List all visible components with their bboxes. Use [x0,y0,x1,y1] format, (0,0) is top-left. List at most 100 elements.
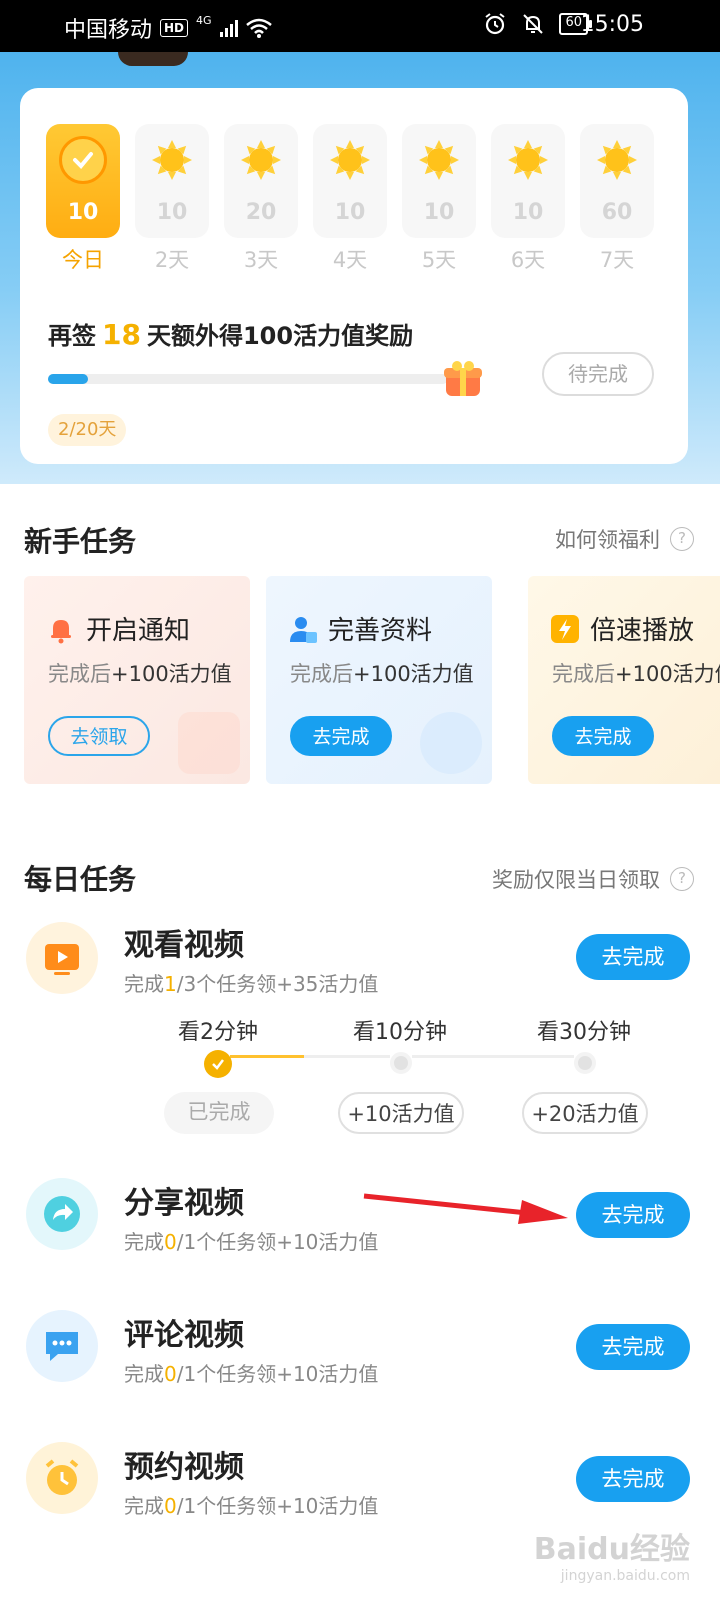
checkin-progress-fill [48,374,88,384]
stage-reward-pill[interactable]: +10活力值 [338,1092,464,1134]
newbie-card-title: 开启通知 [86,616,191,646]
newbie-card-reward: +100活力值 [353,662,474,686]
task-done-count: 1 [164,972,177,996]
checkin-day[interactable]: 20 [224,124,298,238]
complete-button[interactable]: 去完成 [290,716,392,756]
checkin-card: 10 今日 10 2天 20 3天 10 4天 10 5天 10 6天 60 7天 再签 18 天额外得100… [20,88,688,464]
checked-icon [59,136,107,184]
stage-reward-pill[interactable]: +20活力值 [522,1092,648,1134]
checkin-day-today[interactable]: 10 [46,124,120,238]
task-title: 预约视频 [124,1450,244,1485]
alarm-clock-icon [26,1442,98,1514]
lightning-icon [551,615,579,643]
newbie-card-desc-prefix: 完成后 [48,662,111,686]
newbie-card-desc: 完成后+100活力值 [290,658,474,688]
carrier-name: 中国移动 [64,18,153,43]
checkin-day[interactable]: 10 [491,124,565,238]
mute-bell-icon [523,14,544,34]
pending-reward-button[interactable]: 待完成 [542,352,654,396]
checkin-day-label: 4天 [332,248,368,272]
watermark-url: jingyan.baidu.com [560,1568,690,1584]
checkin-day-value: 20 [245,200,277,225]
stage-node [390,1052,412,1074]
status-left: 中国移动 HD 4G [64,12,272,44]
task-desc: 完成0/1个任务领+10活力值 [124,1490,378,1519]
checkin-day[interactable]: 60 [580,124,654,238]
streak-text: 再签 18 天额外得100活力值奖励 [48,316,413,351]
task-desc-text: 完成 [124,1494,164,1518]
watermark-brand: Baidu经验 [533,1532,690,1567]
newbie-card-desc-prefix: 完成后 [290,662,353,686]
streak-prefix: 再签 [48,322,96,350]
network-type: 4G [196,13,212,27]
task-desc: 完成1/3个任务领+35活力值 [124,968,378,997]
comment-icon [26,1310,98,1382]
checkin-day[interactable]: 10 [402,124,476,238]
checkin-day-value: 10 [423,200,455,225]
daily-tasks-title: 每日任务 [24,863,137,896]
sun-icon [506,138,550,182]
task-done-count: 0 [164,1494,177,1518]
task-title: 分享视频 [124,1186,244,1221]
newbie-card-profile[interactable]: 完善资料 完成后+100活力值 去完成 [266,576,492,784]
stage-progress-line [230,1055,304,1058]
checkin-day[interactable]: 10 [135,124,209,238]
video-play-icon [26,922,98,994]
newbie-card-reward: +100活力值 [615,662,720,686]
complete-button[interactable]: 去完成 [576,934,690,980]
stage-check-icon [204,1050,232,1078]
profile-icon [290,617,317,643]
newbie-card-notification[interactable]: 开启通知 完成后+100活力值 去领取 [24,576,250,784]
newbie-card-desc-prefix: 完成后 [552,662,615,686]
bell-icon [51,620,71,644]
complete-button[interactable]: 去完成 [576,1192,690,1238]
gift-icon[interactable] [442,358,484,398]
stage-completed-pill: 已完成 [164,1092,274,1134]
stage-label: 看2分钟 [178,1020,258,1045]
checkin-day-label: 2天 [154,248,190,272]
checkin-progress-bar [48,374,448,384]
share-icon [26,1178,98,1250]
stage-label: 看10分钟 [353,1020,447,1045]
newbie-card-speed-play[interactable]: 倍速播放 完成后+100活力值 去完成 [528,576,720,784]
reward-limit-label: 奖励仅限当日领取 [492,868,660,892]
task-desc-text: 完成 [124,1362,164,1386]
task-desc-text: 完成 [124,972,164,996]
reward-limit-note[interactable]: 奖励仅限当日领取 ? [492,864,694,894]
newbie-tasks-title: 新手任务 [24,525,137,558]
signal-icon [219,19,238,37]
status-bar: 中国移动 HD 4G 60 15:05 [0,0,720,52]
alarm-icon [485,13,506,35]
stage-node [574,1052,596,1074]
complete-button[interactable]: 去完成 [576,1324,690,1370]
newbie-card-title: 倍速播放 [590,616,695,646]
checkin-day-value: 10 [67,200,99,225]
streak-days: 18 [102,318,141,351]
how-to-get-benefits-link[interactable]: 如何领福利 ? [555,524,694,554]
checkin-day-label: 今日 [62,248,104,272]
complete-button[interactable]: 去完成 [576,1456,690,1502]
baidu-jingyan-watermark: Baidu经验 jingyan.baidu.com [534,1524,690,1584]
red-arrow-annotation [363,1193,568,1224]
checkin-day-value: 10 [512,200,544,225]
checkin-day-label: 5天 [421,248,457,272]
task-desc-text: 完成 [124,1230,164,1254]
task-done-count: 0 [164,1230,177,1254]
task-desc: 完成0/1个任务领+10活力值 [124,1358,378,1387]
checkin-days-badge: 2/20天 [48,414,127,446]
task-done-count: 0 [164,1362,177,1386]
stage-track-line [412,1055,574,1058]
checkin-day-label: 7天 [599,248,635,272]
checkin-day-value: 10 [334,200,366,225]
clock: 15:05 [580,12,644,37]
task-desc-text: /1个任务领+10活力值 [176,1494,379,1518]
checkin-day[interactable]: 10 [313,124,387,238]
complete-button[interactable]: 去完成 [552,716,654,756]
mascot-feet-decoration [118,52,188,66]
sun-icon [417,138,461,182]
how-to-get-benefits-label: 如何领福利 [555,528,660,552]
claim-button[interactable]: 去领取 [48,716,150,756]
checkin-day-label: 6天 [510,248,546,272]
card-watermark-icon [178,712,240,774]
wifi-icon [245,18,272,38]
